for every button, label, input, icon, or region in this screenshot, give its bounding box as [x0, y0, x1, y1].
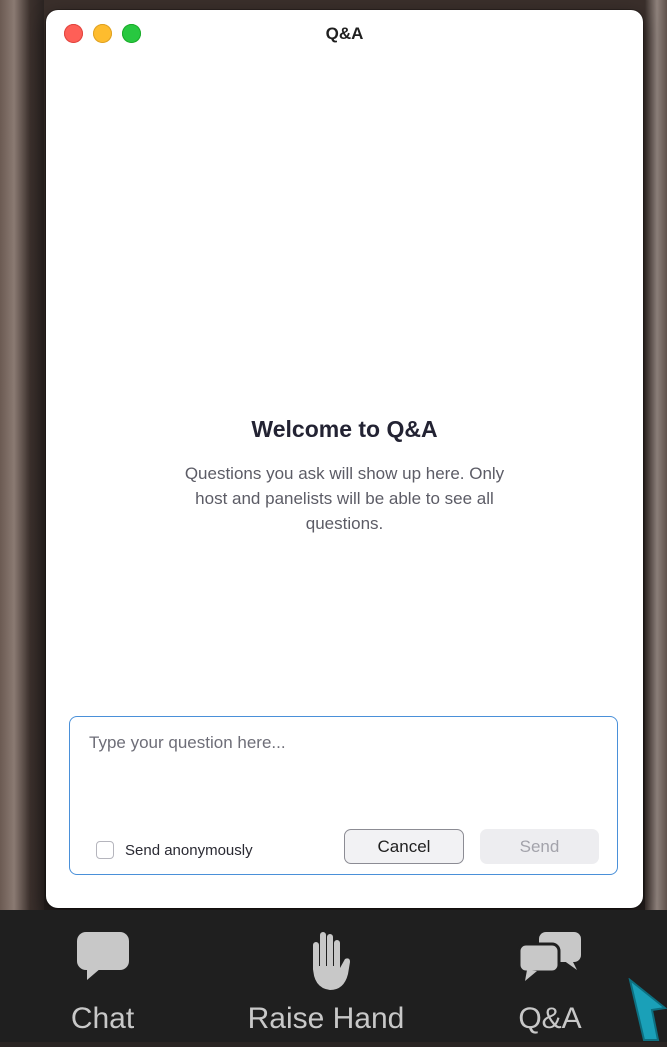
- welcome-panel: Welcome to Q&A Questions you ask will sh…: [46, 416, 643, 536]
- send-anonymously-checkbox[interactable]: [96, 841, 114, 859]
- toolbar-raise-hand-button[interactable]: Raise Hand: [228, 910, 424, 1042]
- toolbar-qa-button[interactable]: Q&A: [490, 910, 610, 1042]
- question-composer: Send anonymously Cancel Send: [69, 716, 618, 875]
- cancel-button[interactable]: Cancel: [344, 829, 464, 864]
- send-anonymously-label: Send anonymously: [125, 841, 253, 859]
- send-anonymously-option[interactable]: Send anonymously: [96, 839, 253, 861]
- welcome-description: Questions you ask will show up here. Onl…: [184, 464, 505, 533]
- mouse-pointer-icon: [628, 977, 667, 1047]
- question-input[interactable]: [89, 733, 599, 793]
- meeting-toolbar: Chat Raise Hand Q&A: [0, 910, 667, 1042]
- qa-bubbles-icon: [517, 930, 583, 987]
- welcome-heading: Welcome to Q&A: [251, 416, 438, 442]
- toolbar-chat-button[interactable]: Chat: [40, 910, 165, 1042]
- toolbar-qa-label: Q&A: [518, 1002, 582, 1035]
- send-button[interactable]: Send: [480, 829, 599, 864]
- qa-window: Q&A Welcome to Q&A Questions you ask wil…: [46, 10, 643, 908]
- raise-hand-icon: [300, 930, 352, 997]
- window-titlebar[interactable]: Q&A: [46, 10, 643, 54]
- chat-bubble-icon: [75, 930, 131, 987]
- toolbar-raise-hand-label: Raise Hand: [247, 1002, 405, 1035]
- toolbar-chat-label: Chat: [70, 1002, 135, 1035]
- window-title: Q&A: [325, 24, 364, 43]
